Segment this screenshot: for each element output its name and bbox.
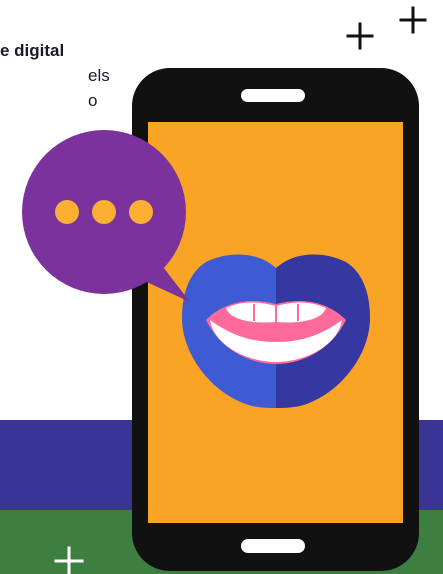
ellipsis-icon <box>55 200 153 224</box>
plus-icon <box>399 6 427 34</box>
phone-home-button <box>241 539 305 553</box>
phone-speaker <box>241 89 305 102</box>
plus-icon <box>346 22 374 50</box>
illustration <box>22 6 427 574</box>
plus-icon <box>54 546 84 574</box>
